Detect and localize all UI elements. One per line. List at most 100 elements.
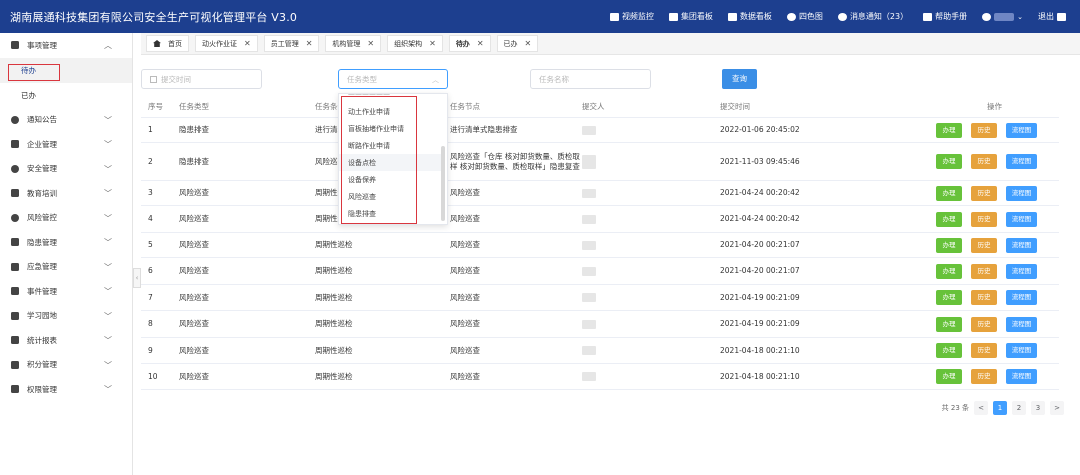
handle-button[interactable]: 办理: [936, 343, 962, 358]
dropdown-scrollbar[interactable]: [441, 146, 445, 221]
cell-submitter: [582, 311, 642, 337]
submitter-redacted: [582, 240, 596, 250]
flowchart-button[interactable]: 流程图: [1006, 343, 1037, 358]
tab-done[interactable]: 已办 ✕: [496, 35, 539, 52]
tab-todo[interactable]: 待办 ✕: [448, 35, 491, 52]
pagination-page-2[interactable]: 2: [1012, 401, 1026, 415]
sidebar-item-emergency[interactable]: 应急管理 ﹀: [0, 255, 132, 280]
sidebar-item-points[interactable]: 积分管理 ﹀: [0, 353, 132, 378]
sidebar-item-safety[interactable]: 安全管理 ﹀: [0, 157, 132, 182]
table-header: 序号 任务类型 任务条件 任务节点 提交人 提交时间 操作: [141, 96, 1059, 118]
handle-button[interactable]: 办理: [936, 185, 962, 201]
sidebar-item-hazard[interactable]: 隐患管理 ﹀: [0, 230, 132, 255]
cell-task-condition: 周期性巡检: [315, 371, 353, 381]
logout-icon: [1057, 12, 1066, 21]
pagination-next[interactable]: >: [1050, 401, 1064, 415]
submit-time-picker[interactable]: 提交时间: [141, 69, 262, 89]
flowchart-button[interactable]: 流程图: [1006, 211, 1037, 227]
handle-button[interactable]: 办理: [936, 290, 962, 305]
history-button[interactable]: 历史: [971, 122, 997, 138]
chevron-down-icon: ﹀: [104, 189, 112, 198]
cell-task-type: 隐患排查: [179, 125, 209, 134]
user-menu[interactable]: ⌄: [982, 12, 1023, 21]
cell-operations: 办理 历史 流程图: [936, 258, 1056, 284]
flowchart-button[interactable]: 流程图: [1006, 369, 1037, 384]
nav-notifications[interactable]: 消息通知（23）: [837, 11, 908, 22]
book-icon: [923, 12, 933, 21]
history-button[interactable]: 历史: [971, 154, 997, 169]
cell-task-type: 风险巡查: [179, 345, 209, 355]
cell-submit-time: 2022-01-06 20:45:02: [720, 125, 800, 134]
handle-button[interactable]: 办理: [936, 154, 962, 169]
pagination-page-3[interactable]: 3: [1031, 401, 1045, 415]
pagination-page-1[interactable]: 1: [993, 401, 1007, 415]
close-icon[interactable]: ✕: [525, 39, 532, 48]
history-button[interactable]: 历史: [971, 211, 997, 227]
handle-button[interactable]: 办理: [936, 237, 962, 253]
handle-button[interactable]: 办理: [936, 316, 962, 332]
pagination-prev[interactable]: <: [974, 401, 988, 415]
tab-home[interactable]: 首页: [146, 35, 189, 52]
handle-button[interactable]: 办理: [936, 122, 962, 138]
nav-help-manual[interactable]: 帮助手册: [923, 11, 967, 22]
history-button[interactable]: 历史: [971, 369, 997, 384]
sidebar-collapse-handle[interactable]: ‹: [133, 268, 141, 288]
history-button[interactable]: 历史: [971, 290, 997, 305]
cell-task-node: 风险巡查: [450, 214, 480, 223]
cell-index: 8: [148, 319, 153, 328]
pagination: 共 23 条 < 1 2 3 >: [942, 401, 1064, 415]
close-icon[interactable]: ✕: [244, 39, 251, 48]
close-icon[interactable]: ✕: [306, 39, 313, 48]
close-icon[interactable]: ✕: [429, 39, 436, 48]
sidebar-item-learning[interactable]: 学习园地 ﹀: [0, 304, 132, 329]
cell-task-condition: 周期性巡检: [315, 240, 353, 249]
history-button[interactable]: 历史: [971, 185, 997, 201]
flowchart-button[interactable]: 流程图: [1006, 185, 1037, 201]
sidebar-item-permissions[interactable]: 权限管理 ﹀: [0, 377, 132, 402]
nav-video-monitor[interactable]: 视频监控: [609, 11, 654, 22]
chevron-down-icon: ﹀: [104, 164, 112, 174]
flowchart-button[interactable]: 流程图: [1006, 290, 1037, 305]
table-row: 1 隐患排查 进行清单 进行清单式隐患排查 2022-01-06 20:45:02 办理历…: [141, 118, 1059, 143]
chevron-down-icon: ﹀: [104, 115, 112, 125]
sidebar-item-enterprise[interactable]: 企业管理 ﹀: [0, 132, 132, 157]
close-icon[interactable]: ✕: [367, 39, 374, 48]
cell-task-node: 风险巡查: [450, 371, 480, 381]
tab-hot-work-permit[interactable]: 动火作业证 ✕: [195, 35, 258, 52]
task-type-select[interactable]: 任务类型 ︿: [338, 69, 448, 89]
history-button[interactable]: 历史: [971, 237, 997, 253]
sidebar-item-task-management[interactable]: 事项管理 ︿: [0, 33, 132, 58]
nav-data-board[interactable]: 数据看板: [727, 11, 772, 22]
sidebar-item-reports[interactable]: 统计报表 ﹀: [0, 328, 132, 353]
cell-operations: 办理 历史 流程图: [936, 206, 1056, 232]
users-icon: [11, 262, 19, 271]
task-name-input[interactable]: 任务名称: [530, 69, 651, 89]
sidebar-item-training[interactable]: 教育培训 ﹀: [0, 181, 132, 206]
sidebar-item-notices[interactable]: 通知公告 ﹀: [0, 108, 132, 133]
query-button[interactable]: 查询: [722, 69, 757, 89]
flowchart-button[interactable]: 流程图: [1006, 237, 1037, 253]
flowchart-button[interactable]: 流程图: [1006, 154, 1037, 169]
sidebar-item-risk[interactable]: 风险管控 ﹀: [0, 206, 132, 231]
history-button[interactable]: 历史: [971, 263, 997, 279]
logout-button[interactable]: 退出: [1038, 11, 1066, 22]
history-button[interactable]: 历史: [971, 343, 997, 358]
handle-button[interactable]: 办理: [936, 263, 962, 279]
sidebar-subitem-done[interactable]: 已办: [0, 83, 132, 108]
chevron-down-icon: ﹀: [104, 238, 112, 247]
handle-button[interactable]: 办理: [936, 211, 962, 227]
video-camera-icon: [609, 12, 619, 21]
flowchart-button[interactable]: 流程图: [1006, 263, 1037, 279]
close-icon[interactable]: ✕: [477, 39, 484, 48]
nav-group-board[interactable]: 集团看板: [668, 11, 713, 22]
sidebar-item-events[interactable]: 事件管理 ﹀: [0, 279, 132, 304]
tab-org-structure[interactable]: 组织架构 ✕: [387, 35, 443, 52]
flowchart-button[interactable]: 流程图: [1006, 316, 1037, 332]
nav-four-color-map[interactable]: 四色图: [786, 11, 823, 22]
history-button[interactable]: 历史: [971, 316, 997, 332]
flowchart-button[interactable]: 流程图: [1006, 122, 1037, 138]
handle-button[interactable]: 办理: [936, 369, 962, 384]
tab-org-management[interactable]: 机构管理 ✕: [325, 35, 382, 52]
bell-icon: [837, 12, 847, 21]
tab-employee-management[interactable]: 员工管理 ✕: [263, 35, 320, 52]
